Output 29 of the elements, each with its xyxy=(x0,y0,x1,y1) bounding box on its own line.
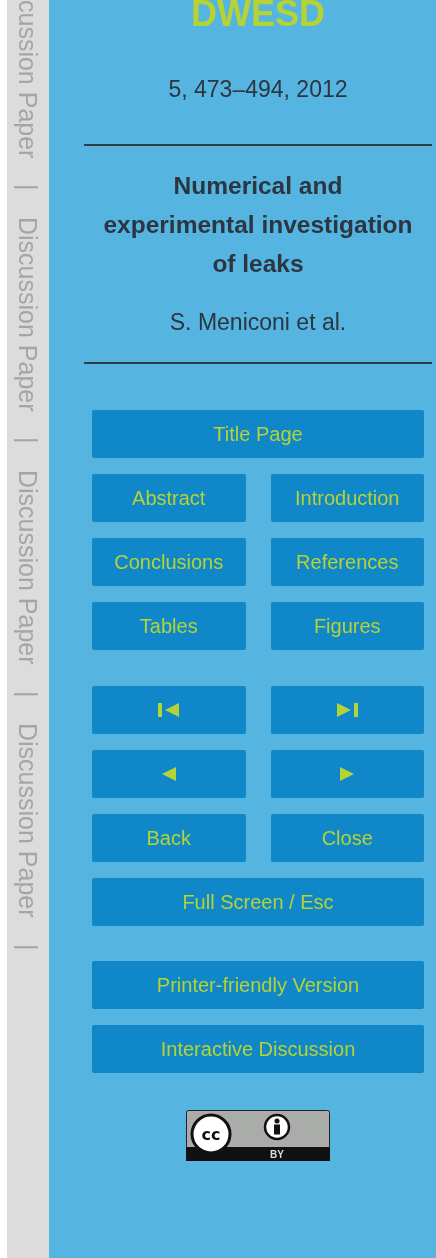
nav-button[interactable]: Close xyxy=(270,814,424,862)
nav-button[interactable] xyxy=(92,686,246,734)
nav-button[interactable] xyxy=(92,750,246,798)
paper-title: Numerical and experimental investigation of leaks xyxy=(102,171,414,279)
next-icon xyxy=(340,767,355,781)
nav-button[interactable]: Back xyxy=(92,814,246,862)
nav-button[interactable]: References xyxy=(270,538,424,586)
nav-button[interactable] xyxy=(270,750,424,798)
divider-mark: | xyxy=(13,943,43,951)
nav-button[interactable]: Introduction xyxy=(270,474,424,522)
divider-mark: | xyxy=(13,690,43,697)
nav-button[interactable]: Abstract xyxy=(92,474,246,522)
nav-button[interactable] xyxy=(270,686,424,734)
nav-button[interactable]: Conclusions xyxy=(92,538,246,586)
journal-name: DWESD xyxy=(190,0,326,32)
nav-button[interactable]: Interactive Discussion xyxy=(92,1025,424,1073)
nav-button[interactable]: Title Page xyxy=(92,410,424,458)
author-list: S. Meniconi et al. xyxy=(92,309,424,336)
last-page-icon xyxy=(336,702,359,718)
divider-mark: | xyxy=(13,184,43,191)
citation: 5, 473–494, 2012 xyxy=(167,76,349,103)
nav-button[interactable]: Tables xyxy=(92,602,246,650)
divider-mark: | xyxy=(13,437,43,444)
nav-button[interactable]: Printer-friendly Version xyxy=(92,961,424,1009)
nav-button[interactable]: Full Screen / Esc xyxy=(92,878,424,926)
first-page-icon xyxy=(157,702,180,718)
nav-button[interactable]: Figures xyxy=(270,602,424,650)
previous-icon xyxy=(161,767,176,781)
license-badge[interactable]: cc BY xyxy=(186,1110,330,1161)
